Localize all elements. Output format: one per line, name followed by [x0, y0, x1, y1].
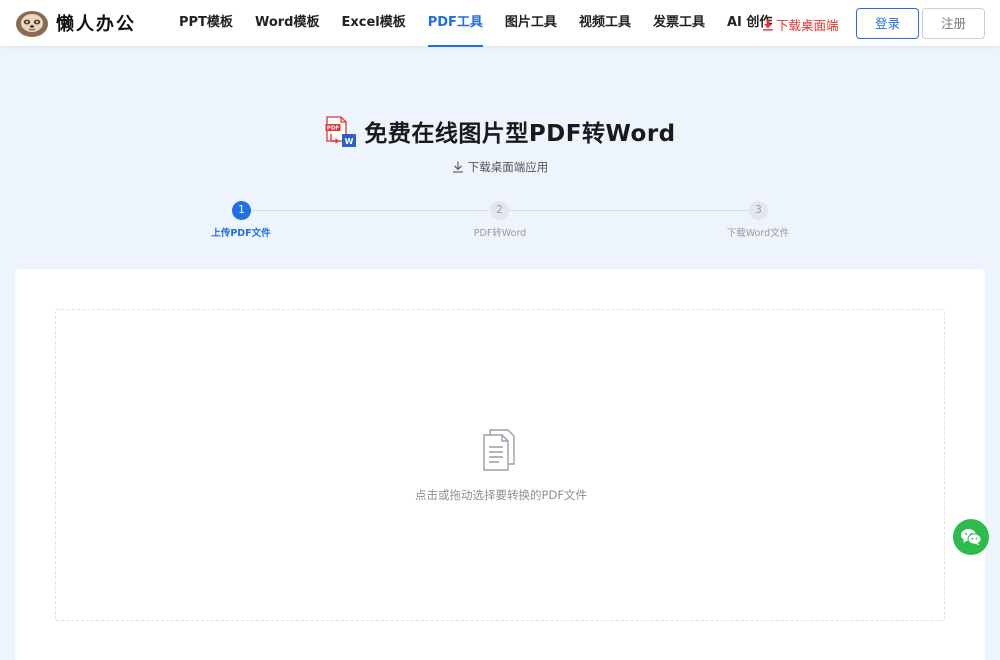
step-2-circle: 2: [490, 201, 509, 220]
svg-text:W: W: [345, 137, 354, 146]
step-3-circle: 3: [749, 201, 768, 220]
download-desktop-link[interactable]: 下载桌面端: [762, 15, 839, 34]
download-desktop-label: 下载桌面端: [776, 18, 839, 33]
main-nav: PPT模板 Word模板 Excel模板 PDF工具 图片工具 视频工具 发票工…: [168, 0, 783, 47]
nav-item-ppt[interactable]: PPT模板: [168, 0, 244, 47]
file-dropzone[interactable]: 点击或拖动选择要转换的PDF文件: [55, 309, 945, 621]
wechat-float-button[interactable]: [953, 519, 989, 555]
nav-item-image-tools[interactable]: 图片工具: [494, 0, 568, 47]
top-header: 懒人办公 PPT模板 Word模板 Excel模板 PDF工具 图片工具 视频工…: [0, 0, 1000, 47]
nav-item-word[interactable]: Word模板: [244, 0, 331, 47]
nav-item-video-tools[interactable]: 视频工具: [568, 0, 642, 47]
step-connector: [251, 210, 489, 211]
page-title: 免费在线图片型PDF转Word: [364, 121, 676, 147]
upload-card: 点击或拖动选择要转换的PDF文件: [15, 269, 985, 660]
page-title-row: PDF W 免费在线图片型PDF转Word: [0, 113, 1000, 149]
step-1-label: 上传PDF文件: [211, 228, 271, 239]
register-button[interactable]: 注册: [922, 8, 985, 39]
nav-item-pdf-tools[interactable]: PDF工具: [417, 0, 494, 47]
dropzone-hint: 点击或拖动选择要转换的PDF文件: [415, 488, 587, 502]
download-icon: [763, 19, 773, 31]
nav-item-excel[interactable]: Excel模板: [330, 0, 416, 47]
pdf-to-word-icon: PDF W: [325, 116, 357, 147]
progress-steps: 1 上传PDF文件 2 PDF转Word 3 下载Word文件: [0, 200, 1000, 240]
download-desktop-app-label: 下载桌面端应用: [467, 160, 549, 174]
step-connector: [509, 210, 749, 211]
download-icon: [452, 161, 463, 173]
svg-text:PDF: PDF: [327, 126, 340, 132]
step-3-label: 下载Word文件: [726, 228, 790, 239]
document-icon: [483, 429, 515, 471]
step-2-label: PDF转Word: [473, 228, 527, 239]
logo-text: 懒人办公: [56, 14, 136, 35]
download-desktop-app-link[interactable]: 下载桌面端应用: [0, 159, 1000, 175]
sloth-logo-icon: [16, 11, 48, 37]
login-button[interactable]: 登录: [856, 8, 919, 39]
site-logo[interactable]: 懒人办公: [14, 8, 136, 38]
nav-item-invoice-tools[interactable]: 发票工具: [642, 0, 716, 47]
wechat-icon: [961, 529, 982, 546]
step-1-circle: 1: [232, 201, 251, 220]
